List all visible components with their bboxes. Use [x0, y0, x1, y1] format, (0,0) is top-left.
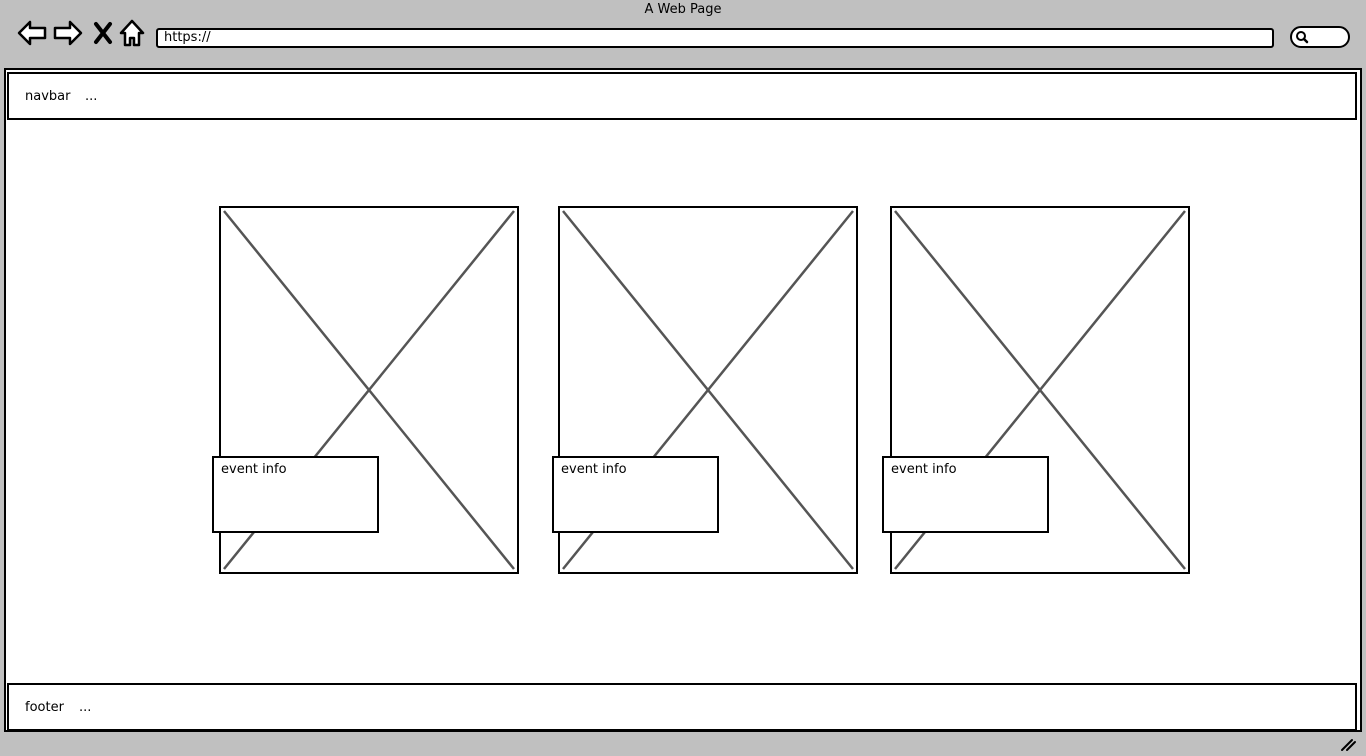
footer-label: footer [25, 700, 64, 715]
forward-button[interactable] [52, 17, 84, 49]
event-info-box[interactable]: event info [882, 456, 1049, 533]
forward-arrow-icon [52, 17, 84, 49]
window-title: A Web Page [644, 2, 722, 17]
navbar-ellipsis: ... [85, 89, 98, 104]
resize-grip-icon[interactable] [1338, 736, 1358, 752]
footer-ellipsis: ... [79, 700, 92, 715]
back-button[interactable] [16, 17, 48, 49]
status-bar [0, 732, 1366, 755]
search-field[interactable] [1290, 26, 1350, 48]
back-arrow-icon [16, 17, 48, 49]
event-info-label: event info [221, 462, 287, 477]
url-input[interactable]: https:// [156, 28, 1274, 48]
event-info-box[interactable]: event info [552, 456, 719, 533]
event-info-label: event info [891, 462, 957, 477]
navbar-label: navbar [25, 89, 71, 104]
home-icon [116, 17, 148, 49]
event-info-box[interactable]: event info [212, 456, 379, 533]
home-button[interactable] [116, 17, 148, 49]
navbar: navbar ... [7, 72, 1357, 120]
event-info-label: event info [561, 462, 627, 477]
footer: footer ... [7, 683, 1357, 731]
